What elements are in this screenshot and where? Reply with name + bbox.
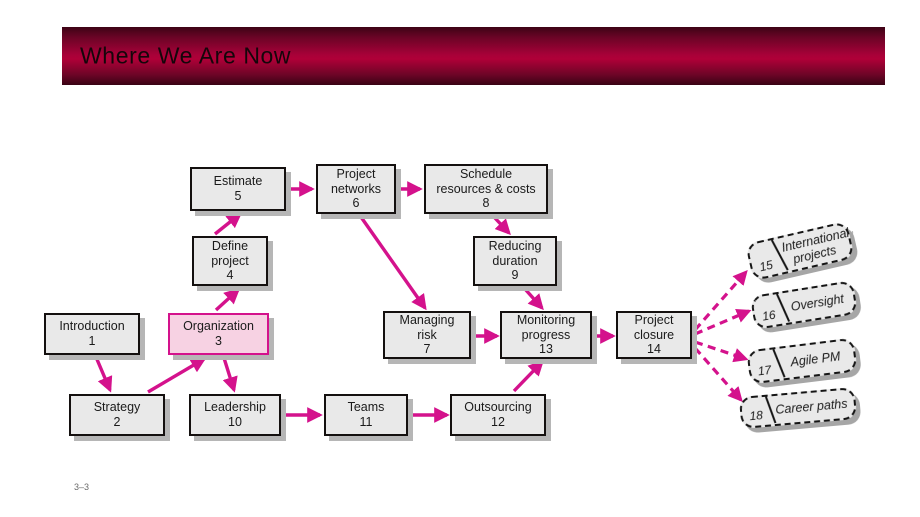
node-number: 13: [539, 342, 553, 357]
node-label: Project networks: [330, 166, 382, 196]
node-label: Reducing duration: [488, 238, 542, 268]
node-number: 18: [748, 408, 764, 424]
node-number: 2: [113, 415, 121, 429]
edge-outsourcing-monitoring: [512, 359, 544, 393]
edge-closure-agile: [694, 340, 749, 363]
slide-page-number: 3–3: [74, 482, 90, 492]
node-project-networks-6[interactable]: Project networks 6: [316, 164, 396, 214]
node-number: 15: [758, 257, 775, 275]
node-label: Teams: [347, 400, 385, 415]
node-label: Outsourcing: [464, 400, 532, 415]
node-label: Introduction: [59, 319, 125, 334]
node-label: Define project: [211, 238, 249, 268]
edge-closure-oversight: [694, 308, 752, 336]
node-teams-11[interactable]: Teams 11: [324, 394, 408, 436]
node-label: Career paths: [774, 396, 849, 417]
node-label: Strategy: [93, 400, 141, 415]
node-number: 5: [234, 189, 242, 203]
edge-introduction-strategy: [94, 356, 113, 393]
node-number: 16: [761, 307, 777, 324]
node-label: Estimate: [213, 174, 263, 189]
edge-organization-leadership: [222, 357, 238, 393]
node-number: 10: [228, 415, 242, 429]
edge-reducing-monitoring: [523, 287, 544, 311]
node-project-closure-14[interactable]: Project closure 14: [616, 311, 692, 359]
node-number: 4: [226, 268, 234, 283]
node-career-paths-18[interactable]: 18 Career paths: [738, 387, 858, 429]
node-oversight-16[interactable]: 16 Oversight: [749, 280, 859, 330]
node-outsourcing-12[interactable]: Outsourcing 12: [450, 394, 546, 436]
node-number: 14: [647, 342, 661, 357]
node-label: Organization: [183, 319, 254, 334]
node-leadership-10[interactable]: Leadership 10: [189, 394, 281, 436]
edge-closure-career: [693, 346, 743, 402]
node-number: 12: [491, 415, 505, 429]
node-label: Schedule resources & costs: [436, 166, 536, 196]
node-define-project-4[interactable]: Define project 4: [192, 236, 268, 286]
node-estimate-5[interactable]: Estimate 5: [190, 167, 286, 211]
node-international-projects-15[interactable]: 15 International projects: [745, 220, 855, 282]
node-label: Project closure: [633, 312, 675, 342]
edge-organization-define: [214, 288, 241, 312]
edge-networks-managing-risk: [359, 216, 427, 311]
node-number: 8: [482, 196, 490, 211]
node-number: 1: [88, 334, 96, 348]
node-label: Leadership: [204, 400, 266, 415]
node-number: 11: [359, 415, 373, 429]
edge-define-estimate: [213, 212, 243, 236]
edge-strategy-organization: [147, 357, 207, 394]
node-strategy-2[interactable]: Strategy 2: [69, 394, 165, 436]
node-label: Oversight: [789, 291, 845, 314]
node-agile-pm-17[interactable]: 17 Agile PM: [746, 337, 858, 385]
edge-closure-international: [693, 270, 748, 332]
node-label: Managing risk: [399, 312, 455, 342]
chapter-roadmap-diagram: Introduction 1 Strategy 2 Organization 3…: [0, 0, 920, 517]
node-label: International projects: [780, 225, 851, 267]
node-monitoring-progress-13[interactable]: Monitoring progress 13: [500, 311, 592, 359]
node-number: 9: [511, 268, 519, 283]
node-schedule-resources-costs-8[interactable]: Schedule resources & costs 8: [424, 164, 548, 214]
node-number: 3: [215, 334, 222, 348]
node-number: 6: [352, 196, 360, 211]
node-number: 7: [423, 342, 431, 357]
node-introduction-1[interactable]: Introduction 1: [44, 313, 140, 355]
node-label: Monitoring progress: [516, 312, 576, 342]
node-number: 17: [757, 362, 773, 379]
node-organization-3[interactable]: Organization 3: [168, 313, 269, 355]
node-label: Agile PM: [789, 349, 842, 370]
node-reducing-duration-9[interactable]: Reducing duration 9: [473, 236, 557, 286]
node-managing-risk-7[interactable]: Managing risk 7: [383, 311, 471, 359]
edge-schedule-reducing: [492, 215, 511, 236]
